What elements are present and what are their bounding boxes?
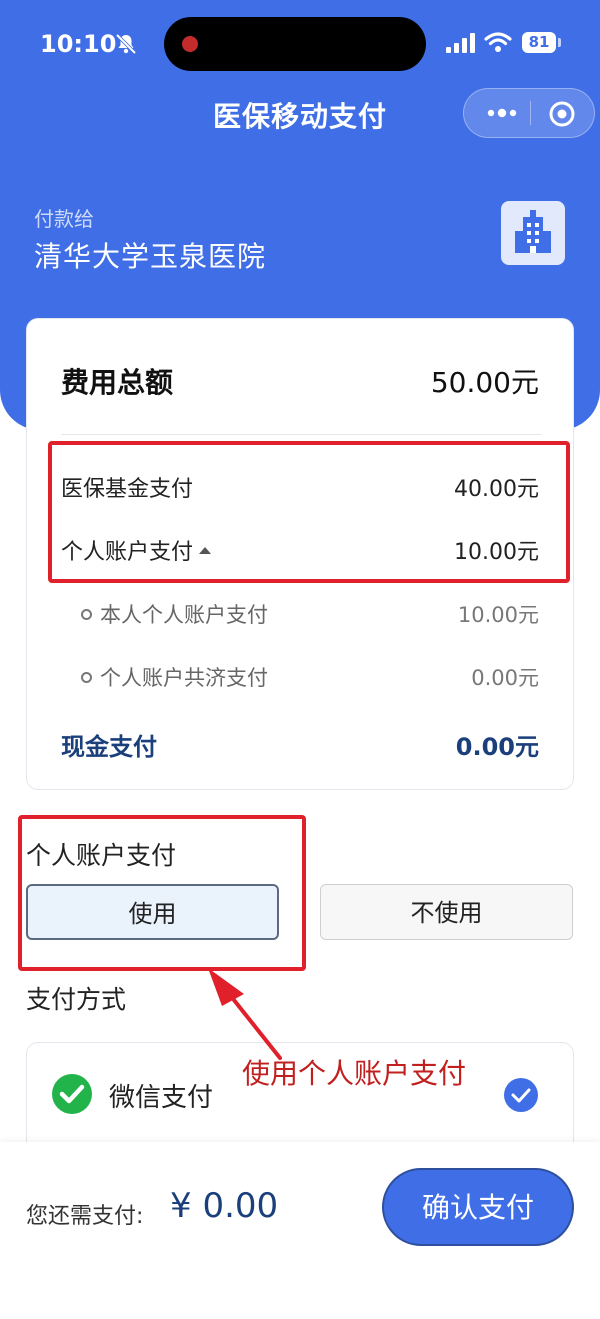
capsule-divider xyxy=(530,101,531,125)
fee-divider xyxy=(61,434,541,435)
dynamic-island xyxy=(164,17,426,71)
fee-summary-card: 费用总额 50.00元 医保基金支付 40.00元 个人账户支付 10.00元 … xyxy=(26,318,574,790)
shared-account-label: 个人账户共济支付 xyxy=(100,666,268,690)
personal-account-label: 个人账户支付 xyxy=(61,540,194,565)
close-target-icon[interactable] xyxy=(548,100,576,128)
fund-payment-value: 40.00元 xyxy=(454,477,539,502)
bell-muted-icon xyxy=(115,33,137,55)
cash-payment-value: 0.00元 xyxy=(455,733,539,761)
bullet-icon xyxy=(81,608,92,620)
wechat-pay-icon xyxy=(52,1074,92,1114)
fund-payment-label: 医保基金支付 xyxy=(61,477,194,502)
wifi-icon xyxy=(484,32,512,52)
payee-name: 清华大学玉泉医院 xyxy=(34,240,267,273)
selected-check-icon[interactable] xyxy=(503,1077,539,1113)
fee-total-label: 费用总额 xyxy=(61,366,174,399)
mini-program-capsule xyxy=(463,88,595,138)
shared-account-row: 个人账户共济支付 xyxy=(81,662,268,692)
personal-account-toggle[interactable]: 个人账户支付 xyxy=(61,534,212,566)
wechat-pay-label: 微信支付 xyxy=(109,1083,214,1113)
more-icon[interactable] xyxy=(482,101,522,125)
own-account-value: 10.00元 xyxy=(457,603,539,627)
cash-payment-label: 现金支付 xyxy=(61,733,157,761)
battery-indicator: 81 xyxy=(522,32,556,53)
own-account-label: 本人个人账户支付 xyxy=(100,603,268,627)
personal-account-value: 10.00元 xyxy=(454,540,539,565)
own-account-row: 本人个人账户支付 xyxy=(81,599,268,629)
bullet-icon xyxy=(81,671,92,683)
hospital-building-icon xyxy=(501,201,565,265)
remaining-label: 您还需支付: xyxy=(26,1204,144,1229)
recording-dot-icon xyxy=(182,36,198,52)
fee-total-value: 50.00元 xyxy=(430,366,539,399)
payee-label: 付款给 xyxy=(34,207,94,231)
remaining-amount: ¥ 0.00 xyxy=(170,1186,279,1226)
cellular-signal-icon xyxy=(446,33,475,53)
no-personal-account-button[interactable]: 不使用 xyxy=(320,884,573,940)
caret-up-icon xyxy=(199,546,212,554)
annotation-text: 使用个人账户支付 xyxy=(242,1057,467,1090)
use-personal-account-button[interactable]: 使用 xyxy=(26,884,279,940)
battery-tip xyxy=(558,38,561,47)
status-time: 10:10 xyxy=(40,30,117,58)
personal-account-section-label: 个人账户支付 xyxy=(26,841,177,870)
shared-account-value: 0.00元 xyxy=(471,666,539,690)
status-bar: 10:10 81 xyxy=(0,0,600,90)
payment-method-label: 支付方式 xyxy=(26,985,127,1014)
bottom-bar: 您还需支付: ¥ 0.00 确认支付 xyxy=(0,1142,600,1319)
confirm-payment-button[interactable]: 确认支付 xyxy=(382,1168,574,1246)
